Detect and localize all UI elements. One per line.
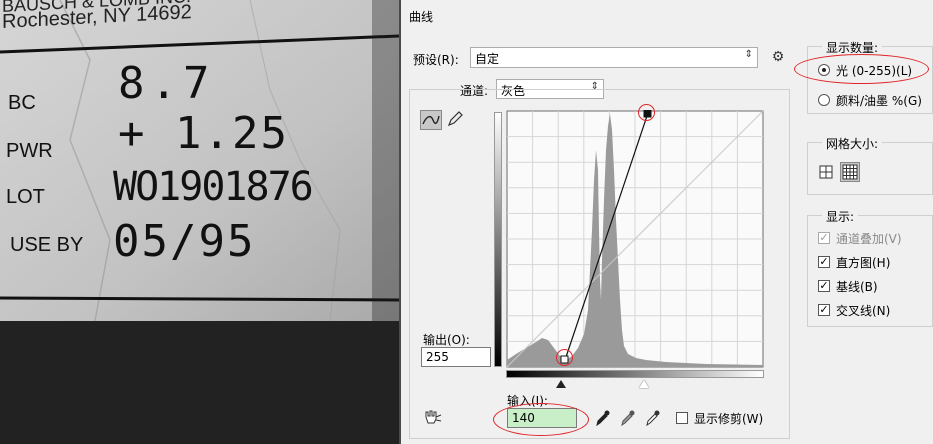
highlight-ellipse [638, 104, 655, 121]
show-title: 显示: [822, 208, 859, 225]
radio-pigment[interactable] [818, 94, 830, 106]
photo-label-lot: LOT [6, 186, 45, 208]
intersection-line-checkbox[interactable]: ✓ [818, 304, 830, 316]
photo-value-bc: 8.7 [118, 58, 216, 109]
histogram-checkbox[interactable]: ✓ [818, 256, 830, 268]
photo-value-pwr: + 1.25 [118, 108, 289, 159]
show-clipping-checkbox[interactable] [676, 412, 688, 424]
highlight-ellipse [556, 349, 573, 366]
white-eyedropper-icon[interactable] [645, 409, 661, 427]
output-gradient-bar [494, 112, 502, 367]
photo-label-illustration [0, 0, 399, 321]
highlight-ellipse [493, 403, 589, 436]
dialog-title: 曲线 [409, 10, 434, 24]
photo-value-use-by: 05/95 [113, 216, 256, 267]
select-arrows-icon: ⇕ [744, 49, 753, 60]
black-point-slider[interactable] [556, 380, 566, 388]
preset-value: 自定 [475, 52, 500, 66]
pencil-tool[interactable] [445, 110, 467, 130]
document-image: BAUSCH & LOMB INC. Rochester, NY 14692 B… [0, 0, 399, 321]
intersection-line-label: 交叉线(N) [836, 304, 891, 318]
histogram-label: 直方图(H) [836, 256, 891, 270]
canvas-background [0, 321, 399, 444]
pencil-icon [447, 111, 463, 127]
output-label: 输出(O): [423, 333, 470, 347]
radio-pigment-label: 颜料/油墨 %(G) [836, 94, 922, 108]
photo-label-use-by: USE BY [10, 234, 84, 256]
preset-label: 预设(R): [413, 53, 459, 67]
baseline-checkbox[interactable]: ✓ [818, 280, 830, 292]
output-field[interactable]: 255 [421, 347, 491, 367]
white-point-slider[interactable] [639, 380, 649, 388]
show-clipping-label: 显示修剪(W) [694, 412, 764, 426]
hand-adjust-icon[interactable] [422, 407, 444, 427]
gear-icon[interactable]: ⚙ [769, 49, 787, 65]
channel-overlays-checkbox[interactable]: ✓ [818, 232, 830, 244]
detailed-grid-icon[interactable] [840, 162, 860, 182]
preset-select[interactable]: 自定 ⇕ [470, 47, 758, 68]
curves-dialog: 曲线 预设(R): 自定 ⇕ ⚙ 通道: 灰色 ⇕ 输出(O): 255 输入(… [401, 0, 933, 444]
curve-graph[interactable] [506, 110, 764, 370]
channel-overlays-label: 通道叠加(V) [836, 232, 902, 246]
black-eyedropper-icon[interactable] [595, 409, 611, 427]
gray-eyedropper-icon[interactable] [620, 409, 636, 427]
simple-grid-icon[interactable] [818, 164, 834, 180]
baseline-label: 基线(B) [836, 280, 878, 294]
grid-size-title: 网格大小: [822, 135, 883, 152]
curve-edit-tool[interactable] [420, 110, 442, 130]
input-gradient-bar [506, 370, 764, 378]
photo-label-pwr: PWR [6, 140, 53, 162]
photo-label-bc: BC [8, 92, 36, 114]
highlight-ellipse [794, 54, 929, 84]
curve-icon [422, 115, 440, 125]
photo-value-lot: WO1901876 [113, 164, 314, 210]
